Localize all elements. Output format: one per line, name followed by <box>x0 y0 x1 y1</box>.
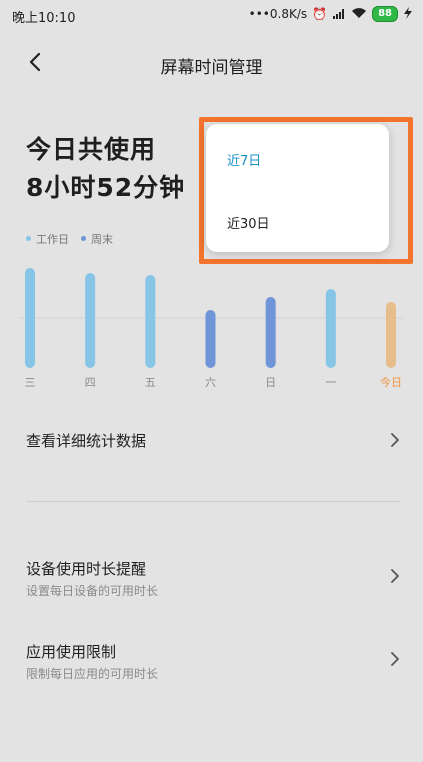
divider <box>26 501 401 502</box>
page-title: 屏幕时间管理 <box>160 58 263 78</box>
device-reminder-row[interactable]: 设备使用时长提醒 设置每日设备的可用时长 <box>26 558 401 599</box>
chart-tick-label: 今日 <box>380 375 402 389</box>
detail-stats-label: 查看详细统计数据 <box>26 432 147 450</box>
chart-bar <box>265 297 276 368</box>
wifi-icon <box>351 7 367 22</box>
legend-weekday: 工作日 <box>26 231 69 247</box>
app-limit-row[interactable]: 应用使用限制 限制每日应用的可用时长 <box>26 641 401 682</box>
app-limit-label: 应用使用限制 <box>26 643 117 661</box>
chevron-right-icon <box>391 433 399 447</box>
signal-icon <box>332 9 346 19</box>
legend-weekend: 周末 <box>81 231 113 247</box>
legend-dot <box>26 236 31 241</box>
device-reminder-label: 设备使用时长提醒 <box>26 560 147 578</box>
chart-bar <box>205 310 216 368</box>
chart-bar <box>325 289 336 368</box>
chart-tick-label: 五 <box>145 376 156 389</box>
chart-tick-label: 一 <box>325 376 336 389</box>
alarm-icon: ⏰ <box>312 7 328 21</box>
range-option-30d[interactable]: 近30日 <box>227 213 270 232</box>
app-limit-sub: 限制每日应用的可用时长 <box>26 667 159 681</box>
chart-bar <box>25 268 35 368</box>
charging-icon <box>403 6 413 22</box>
usage-summary-value: 8小时52分钟 <box>26 173 186 202</box>
status-icons: •••0.8K/s ⏰ 88 <box>249 6 413 22</box>
status-time: 晚上10:10 <box>12 11 76 26</box>
chart-bar <box>386 302 396 368</box>
range-option-7d[interactable]: 近7日 <box>227 150 261 169</box>
chevron-right-icon <box>391 569 399 583</box>
range-dropdown: 近7日 近30日 <box>206 124 389 252</box>
status-bar: 晚上10:10 •••0.8K/s ⏰ 88 <box>0 0 423 30</box>
legend-dot <box>81 236 86 241</box>
usage-summary-label: 今日共使用 <box>26 135 157 164</box>
chevron-right-icon <box>391 652 399 666</box>
chart-tick-label: 三 <box>25 376 36 389</box>
chart-bar <box>85 273 96 368</box>
chart-legend: 工作日 周末 <box>26 231 113 247</box>
chart-tick-label: 六 <box>205 376 216 389</box>
detail-stats-row[interactable]: 查看详细统计数据 <box>26 430 401 451</box>
chart-bar <box>145 275 156 368</box>
battery-icon: 88 <box>372 6 398 22</box>
usage-bar-chart: 三 四 五 六 日 一 今日 <box>20 268 403 389</box>
device-reminder-sub: 设置每日设备的可用时长 <box>26 584 159 598</box>
chart-tick-label: 四 <box>85 376 96 389</box>
net-speed: •••0.8K/s <box>248 7 308 21</box>
chart-tick-label: 日 <box>265 376 276 389</box>
